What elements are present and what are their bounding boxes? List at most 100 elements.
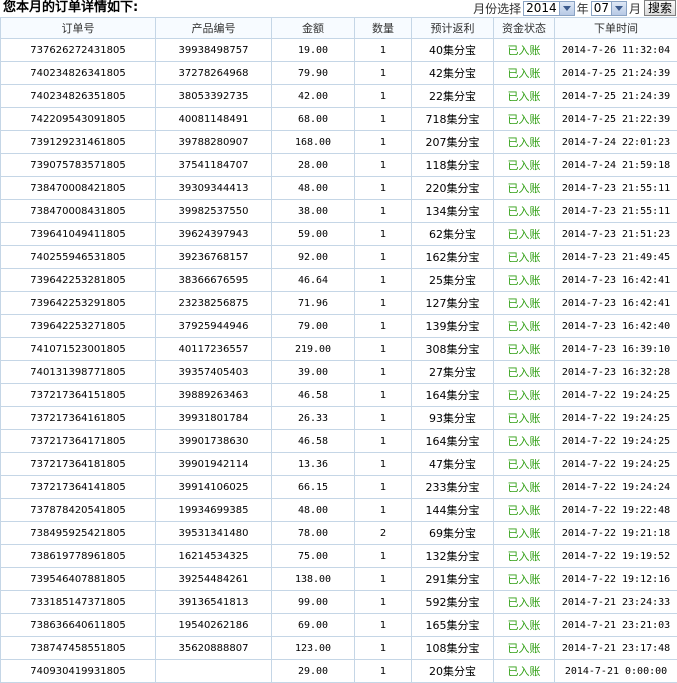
amount-cell: 13.36 — [271, 452, 355, 476]
table-row: 737217364141805 39914106025 66.15 1 233集分宝 已入… — [0, 475, 677, 499]
year-value: 2014 — [526, 0, 557, 15]
quantity-cell: 1 — [354, 475, 412, 499]
order-time-cell: 2014-7-25 21:24:39 — [554, 61, 677, 85]
table-row: 739641049411805 39624397943 59.00 1 62集分宝 已入账… — [0, 222, 677, 246]
chevron-down-icon[interactable] — [558, 1, 574, 15]
order-id-cell: 739642253271805 — [0, 314, 156, 338]
rebate-cell: 718集分宝 — [411, 107, 494, 131]
rebate-cell: 20集分宝 — [411, 659, 494, 683]
quantity-cell: 1 — [354, 222, 412, 246]
order-time-cell: 2014-7-23 21:55:11 — [554, 199, 677, 223]
order-time-cell: 2014-7-23 16:42:40 — [554, 314, 677, 338]
table-row: 740234826351805 38053392735 42.00 1 22集分宝 已入账… — [0, 84, 677, 108]
order-id-cell: 740131398771805 — [0, 360, 156, 384]
status-cell: 已入账 — [493, 475, 555, 499]
amount-cell: 46.58 — [271, 383, 355, 407]
rebate-cell: 25集分宝 — [411, 268, 494, 292]
amount-cell: 42.00 — [271, 84, 355, 108]
rebate-cell: 42集分宝 — [411, 61, 494, 85]
status-cell: 已入账 — [493, 337, 555, 361]
order-time-cell: 2014-7-22 19:24:25 — [554, 406, 677, 430]
quantity-cell: 1 — [354, 291, 412, 315]
order-id-cell: 738636640611805 — [0, 613, 156, 637]
rebate-cell: 47集分宝 — [411, 452, 494, 476]
header-bar: 您本月的订单详情如下: 月份选择 2014 年 07 月 搜索 — [0, 0, 677, 16]
amount-cell: 48.00 — [271, 498, 355, 522]
status-cell: 已入账 — [493, 498, 555, 522]
order-id-cell: 737217364181805 — [0, 452, 156, 476]
order-time-cell: 2014-7-22 19:24:25 — [554, 452, 677, 476]
month-select[interactable]: 07 — [590, 0, 627, 16]
quantity-cell: 1 — [354, 383, 412, 407]
table-row: 738495925421805 39531341480 78.00 2 69集分宝 已入账… — [0, 521, 677, 545]
rebate-cell: 118集分宝 — [411, 153, 494, 177]
order-time-cell: 2014-7-25 21:24:39 — [554, 84, 677, 108]
table-row: 742209543091805 40081148491 68.00 1 718集分宝 已入… — [0, 107, 677, 131]
product-id-cell: 39624397943 — [155, 222, 272, 246]
month-select-label: 月份选择 — [473, 1, 522, 16]
order-id-cell: 737626272431805 — [0, 38, 156, 62]
table-row: 740930419931805 29.00 1 20集分宝 已入账 2014-7-21 0… — [0, 659, 677, 683]
quantity-cell: 1 — [354, 268, 412, 292]
order-id-cell: 738619778961805 — [0, 544, 156, 568]
year-select[interactable]: 2014 — [523, 0, 575, 16]
table-row: 740234826341805 37278264968 79.90 1 42集分宝 已入账… — [0, 61, 677, 85]
table-row: 738619778961805 16214534325 75.00 1 132集分宝 已入… — [0, 544, 677, 568]
status-cell: 已入账 — [493, 314, 555, 338]
order-time-cell: 2014-7-23 21:49:45 — [554, 245, 677, 269]
order-id-cell: 739642253291805 — [0, 291, 156, 315]
amount-cell: 59.00 — [271, 222, 355, 246]
status-cell: 已入账 — [493, 544, 555, 568]
product-id-cell: 39309344413 — [155, 176, 272, 200]
status-cell: 已入账 — [493, 360, 555, 384]
order-id-cell: 739641049411805 — [0, 222, 156, 246]
amount-cell: 78.00 — [271, 521, 355, 545]
column-header: 预计返利 — [411, 17, 494, 39]
order-time-cell: 2014-7-21 23:24:33 — [554, 590, 677, 614]
status-cell: 已入账 — [493, 406, 555, 430]
order-time-cell: 2014-7-22 19:19:52 — [554, 544, 677, 568]
amount-cell: 219.00 — [271, 337, 355, 361]
rebate-cell: 40集分宝 — [411, 38, 494, 62]
rebate-cell: 233集分宝 — [411, 475, 494, 499]
rebate-cell: 134集分宝 — [411, 199, 494, 223]
table-row: 738470008431805 39982537550 38.00 1 134集分宝 已入… — [0, 199, 677, 223]
rebate-cell: 108集分宝 — [411, 636, 494, 660]
month-unit: 月 — [628, 1, 641, 16]
rebate-cell: 220集分宝 — [411, 176, 494, 200]
rebate-cell: 93集分宝 — [411, 406, 494, 430]
chevron-down-icon[interactable] — [610, 1, 626, 15]
product-id-cell: 19934699385 — [155, 498, 272, 522]
status-cell: 已入账 — [493, 176, 555, 200]
quantity-cell: 1 — [354, 452, 412, 476]
search-button[interactable]: 搜索 — [643, 0, 676, 16]
product-id-cell: 39931801784 — [155, 406, 272, 430]
status-cell: 已入账 — [493, 429, 555, 453]
quantity-cell: 1 — [354, 429, 412, 453]
page-title: 您本月的订单详情如下: — [3, 0, 139, 15]
quantity-cell: 1 — [354, 314, 412, 338]
quantity-cell: 1 — [354, 153, 412, 177]
quantity-cell: 1 — [354, 176, 412, 200]
quantity-cell: 1 — [354, 337, 412, 361]
order-id-cell: 737878420541805 — [0, 498, 156, 522]
quantity-cell: 1 — [354, 61, 412, 85]
product-id-cell: 37925944946 — [155, 314, 272, 338]
product-id-cell: 39889263463 — [155, 383, 272, 407]
product-id-cell: 16214534325 — [155, 544, 272, 568]
product-id-cell: 39357405403 — [155, 360, 272, 384]
product-id-cell: 40117236557 — [155, 337, 272, 361]
order-id-cell: 742209543091805 — [0, 107, 156, 131]
status-cell: 已入账 — [493, 153, 555, 177]
table-row: 739546407881805 39254484261 138.00 1 291集分宝已… — [0, 567, 677, 591]
amount-cell: 79.00 — [271, 314, 355, 338]
table-row: 733185147371805 39136541813 99.00 1 592集分宝 已入… — [0, 590, 677, 614]
product-id-cell: 19540262186 — [155, 613, 272, 637]
amount-cell: 29.00 — [271, 659, 355, 683]
quantity-cell: 1 — [354, 130, 412, 154]
product-id-cell: 35620888807 — [155, 636, 272, 660]
quantity-cell: 1 — [354, 636, 412, 660]
table-row: 737626272431805 39938498757 19.00 1 40集分宝 已入账… — [0, 38, 677, 62]
quantity-cell: 1 — [354, 613, 412, 637]
order-time-cell: 2014-7-24 21:59:18 — [554, 153, 677, 177]
